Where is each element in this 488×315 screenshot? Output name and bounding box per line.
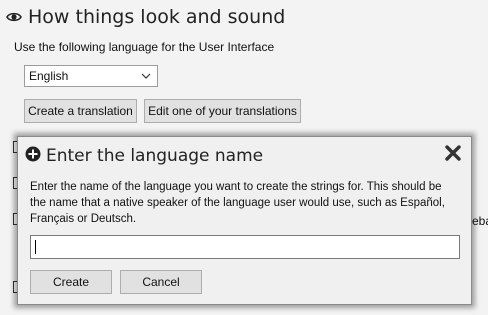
dialog-header: Enter the language name: [25, 145, 263, 167]
language-select[interactable]: English: [24, 65, 158, 87]
language-label: Use the following language for the User …: [14, 40, 275, 54]
text-caret: [35, 240, 36, 254]
cancel-button[interactable]: Cancel: [120, 270, 202, 294]
language-name-input[interactable]: [30, 235, 460, 259]
create-translation-button[interactable]: Create a translation: [24, 99, 137, 123]
language-select-value: English: [29, 69, 69, 83]
dialog-description: Enter the name of the language you want …: [30, 181, 445, 225]
eye-icon: [6, 11, 22, 23]
dialog-title: Enter the language name: [46, 146, 264, 166]
close-icon: [445, 144, 461, 166]
create-button[interactable]: Create: [30, 270, 112, 294]
language-name-dialog: Enter the language name Enter the name o…: [17, 136, 472, 305]
section-header: How things look and sound: [6, 4, 285, 30]
edit-translations-button[interactable]: Edit one of your translations: [144, 99, 301, 123]
plus-circle-icon: [25, 146, 41, 167]
section-title: How things look and sound: [28, 6, 286, 28]
close-button[interactable]: [443, 144, 463, 166]
chevron-down-icon: [141, 71, 151, 81]
background-text-fragment: eba: [472, 214, 488, 228]
